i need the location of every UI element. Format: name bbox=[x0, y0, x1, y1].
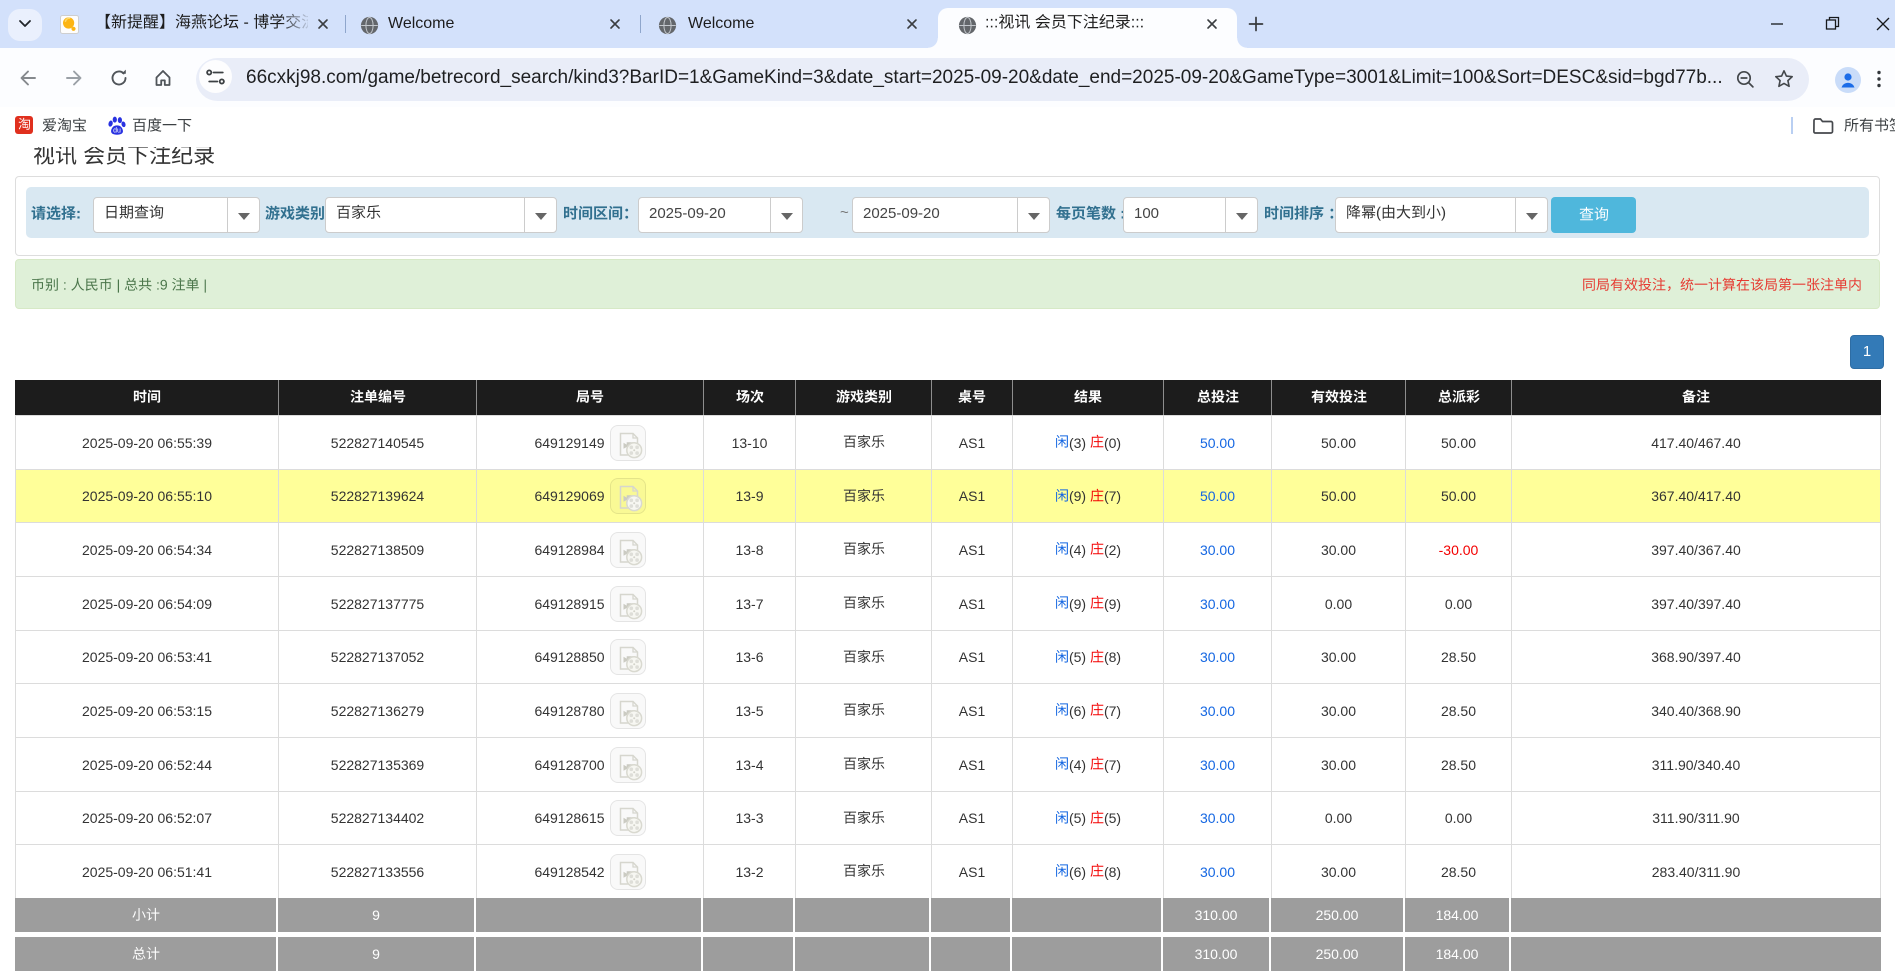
svg-text:du: du bbox=[113, 127, 121, 134]
